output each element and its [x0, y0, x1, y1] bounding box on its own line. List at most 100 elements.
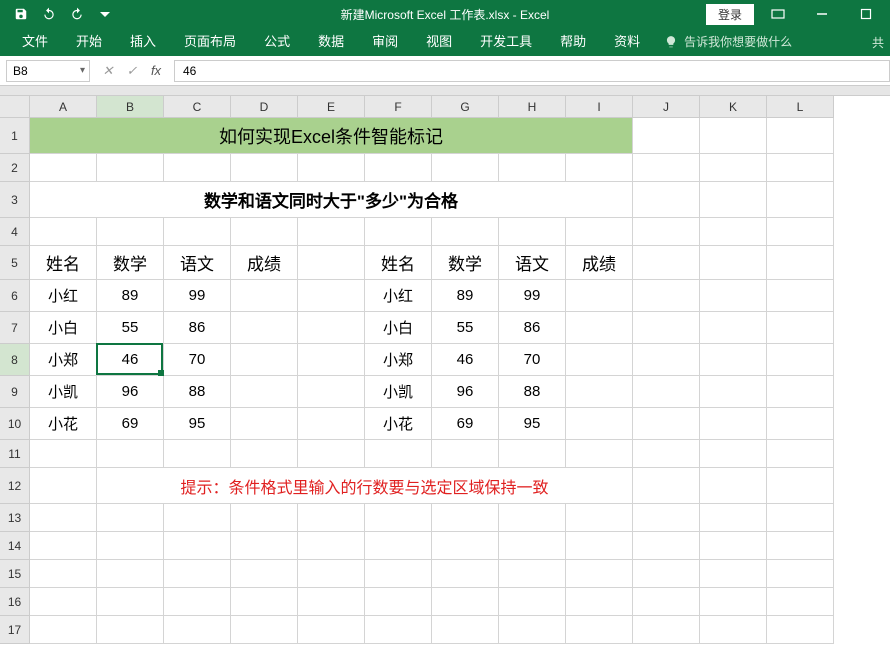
- cell[interactable]: [767, 532, 834, 560]
- login-button[interactable]: 登录: [706, 4, 754, 25]
- cell[interactable]: [298, 154, 365, 182]
- cell[interactable]: [231, 312, 298, 344]
- cell[interactable]: [298, 440, 365, 468]
- cell[interactable]: [432, 588, 499, 616]
- row-header-3[interactable]: 3: [0, 182, 30, 218]
- cell[interactable]: 88: [499, 376, 566, 408]
- cell[interactable]: [164, 218, 231, 246]
- cell[interactable]: [499, 588, 566, 616]
- cell[interactable]: 95: [499, 408, 566, 440]
- cell[interactable]: [164, 504, 231, 532]
- cell[interactable]: [164, 440, 231, 468]
- cell[interactable]: [432, 560, 499, 588]
- cell[interactable]: [231, 440, 298, 468]
- cell[interactable]: [298, 280, 365, 312]
- cell[interactable]: [767, 504, 834, 532]
- cell[interactable]: [298, 588, 365, 616]
- cell[interactable]: [432, 532, 499, 560]
- cell[interactable]: 如何实现Excel条件智能标记: [30, 118, 633, 154]
- cell[interactable]: 小郑: [30, 344, 97, 376]
- row-header-6[interactable]: 6: [0, 280, 30, 312]
- cell[interactable]: 89: [432, 280, 499, 312]
- cell[interactable]: 小红: [365, 280, 432, 312]
- cell[interactable]: [30, 218, 97, 246]
- cell[interactable]: [231, 504, 298, 532]
- cell[interactable]: [700, 560, 767, 588]
- cell[interactable]: [700, 118, 767, 154]
- qat-customize-button[interactable]: [92, 3, 118, 25]
- cell[interactable]: [767, 182, 834, 218]
- save-button[interactable]: [8, 3, 34, 25]
- cell[interactable]: [231, 532, 298, 560]
- undo-button[interactable]: [36, 3, 62, 25]
- tab-view[interactable]: 视图: [412, 25, 466, 56]
- cell[interactable]: [365, 504, 432, 532]
- cell[interactable]: [566, 376, 633, 408]
- cell[interactable]: [298, 408, 365, 440]
- cell[interactable]: [633, 246, 700, 280]
- column-header-L[interactable]: L: [767, 96, 834, 118]
- cell[interactable]: [767, 118, 834, 154]
- cell[interactable]: [499, 218, 566, 246]
- cell[interactable]: [633, 344, 700, 376]
- cell[interactable]: [164, 560, 231, 588]
- cell[interactable]: [700, 280, 767, 312]
- row-header-4[interactable]: 4: [0, 218, 30, 246]
- cell[interactable]: [767, 468, 834, 504]
- cell[interactable]: 姓名: [365, 246, 432, 280]
- cell[interactable]: [700, 440, 767, 468]
- cell[interactable]: [633, 182, 700, 218]
- cell[interactable]: 96: [97, 376, 164, 408]
- tab-help[interactable]: 帮助: [546, 25, 600, 56]
- cell[interactable]: 69: [97, 408, 164, 440]
- cell[interactable]: [499, 616, 566, 644]
- row-header-1[interactable]: 1: [0, 118, 30, 154]
- cell[interactable]: [700, 376, 767, 408]
- cell[interactable]: [700, 182, 767, 218]
- cell[interactable]: [700, 588, 767, 616]
- cell[interactable]: 姓名: [30, 246, 97, 280]
- cell[interactable]: [700, 408, 767, 440]
- cell[interactable]: [365, 218, 432, 246]
- cell[interactable]: [566, 616, 633, 644]
- tab-developer[interactable]: 开发工具: [466, 25, 546, 56]
- cell[interactable]: [767, 344, 834, 376]
- row-header-7[interactable]: 7: [0, 312, 30, 344]
- cell[interactable]: [365, 616, 432, 644]
- row-header-15[interactable]: 15: [0, 560, 30, 588]
- row-header-2[interactable]: 2: [0, 154, 30, 182]
- cell[interactable]: [30, 588, 97, 616]
- cell[interactable]: [97, 588, 164, 616]
- cell[interactable]: 小凯: [365, 376, 432, 408]
- cell[interactable]: [700, 504, 767, 532]
- row-header-16[interactable]: 16: [0, 588, 30, 616]
- cell[interactable]: 小白: [30, 312, 97, 344]
- cell[interactable]: [365, 560, 432, 588]
- cell[interactable]: [566, 532, 633, 560]
- redo-button[interactable]: [64, 3, 90, 25]
- column-header-E[interactable]: E: [298, 96, 365, 118]
- cell[interactable]: [164, 154, 231, 182]
- cell[interactable]: 70: [499, 344, 566, 376]
- cell[interactable]: [566, 344, 633, 376]
- tab-formulas[interactable]: 公式: [250, 25, 304, 56]
- column-header-A[interactable]: A: [30, 96, 97, 118]
- cell[interactable]: [633, 118, 700, 154]
- cell[interactable]: [767, 408, 834, 440]
- cell[interactable]: [231, 588, 298, 616]
- row-header-9[interactable]: 9: [0, 376, 30, 408]
- cell[interactable]: [633, 440, 700, 468]
- cell[interactable]: [298, 218, 365, 246]
- enter-icon[interactable]: ✓: [124, 63, 140, 79]
- cell[interactable]: [30, 468, 97, 504]
- cell[interactable]: 小花: [365, 408, 432, 440]
- cell[interactable]: 语文: [164, 246, 231, 280]
- column-header-K[interactable]: K: [700, 96, 767, 118]
- cell[interactable]: [700, 312, 767, 344]
- cell[interactable]: 小郑: [365, 344, 432, 376]
- row-header-14[interactable]: 14: [0, 532, 30, 560]
- cell[interactable]: [97, 218, 164, 246]
- cell[interactable]: 99: [499, 280, 566, 312]
- cell[interactable]: [767, 560, 834, 588]
- cell[interactable]: [298, 504, 365, 532]
